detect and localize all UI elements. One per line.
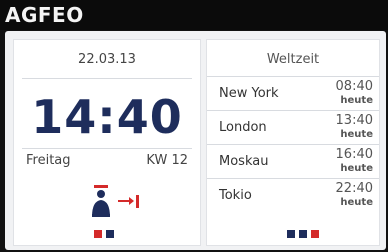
call-forward-icon[interactable] [118, 195, 139, 208]
city-time: 13:40 [335, 113, 373, 128]
city-name: Moskau [219, 154, 269, 169]
display-screen: 22.03.13 14:40 Freitag KW 12 Weltzeit Ne… [5, 31, 386, 250]
city-name: New York [219, 86, 279, 101]
city-name: London [219, 120, 267, 135]
city-day: heute [340, 129, 373, 140]
world-time-panel[interactable]: Weltzeit New York 08:40 heute London 13:… [206, 39, 380, 246]
city-time: 16:40 [335, 147, 373, 162]
divider [22, 78, 192, 79]
city-day: heute [340, 163, 373, 174]
page-dot [94, 230, 102, 238]
calendar-week-label: KW 12 [146, 153, 188, 168]
weekday-label: Freitag [26, 153, 71, 168]
city-day: heute [340, 95, 373, 106]
user-status-icon[interactable] [92, 185, 110, 217]
page-indicator [287, 230, 319, 238]
brand-logo: AGFEO [5, 3, 84, 27]
city-name: Tokio [219, 188, 252, 203]
page-dot [106, 230, 114, 238]
world-time-row[interactable]: London 13:40 heute [207, 110, 379, 143]
page-dot [287, 230, 295, 238]
city-time: 08:40 [335, 79, 373, 94]
world-time-title: Weltzeit [266, 52, 320, 67]
world-time-row[interactable]: Moskau 16:40 heute [207, 144, 379, 177]
current-time: 14:40 [31, 90, 183, 144]
world-time-row[interactable]: New York 08:40 heute [207, 76, 379, 109]
world-time-row[interactable]: Tokio 22:40 heute [207, 178, 379, 211]
page-dot [311, 230, 319, 238]
clock-panel[interactable]: 22.03.13 14:40 Freitag KW 12 [13, 39, 201, 246]
city-time: 22:40 [335, 181, 373, 196]
device-bezel: AGFEO [0, 0, 388, 30]
current-date: 22.03.13 [78, 52, 136, 67]
page-dot [299, 230, 307, 238]
status-icons[interactable] [84, 185, 144, 221]
divider [22, 148, 192, 149]
page-indicator [94, 230, 114, 238]
city-day: heute [340, 197, 373, 208]
